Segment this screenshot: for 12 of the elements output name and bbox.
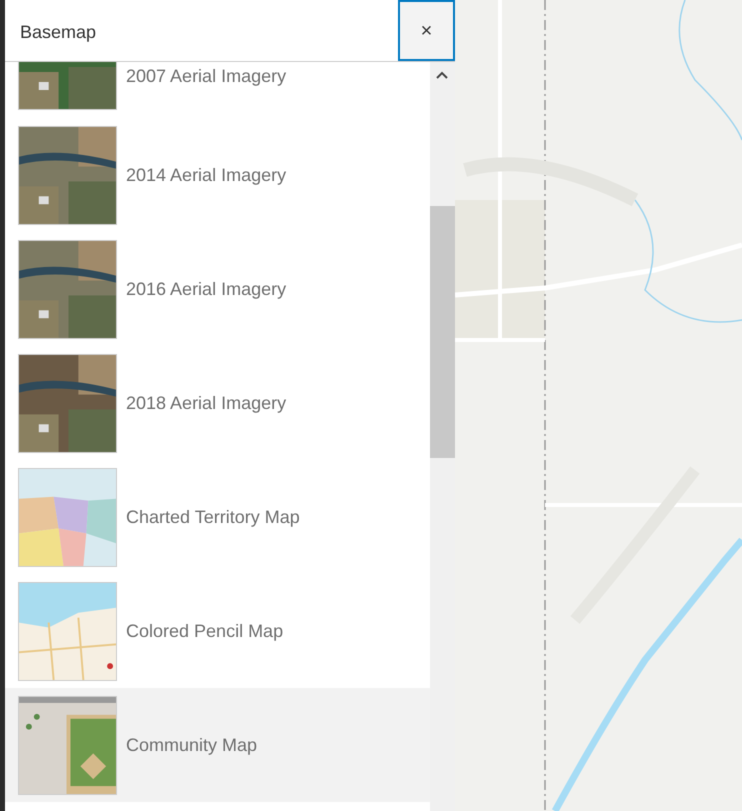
panel-title: Basemap [20,21,98,44]
basemap-label: Community Map [126,734,258,757]
basemap-item[interactable]: Community Map [5,688,430,802]
basemap-label: 2016 Aerial Imagery [126,278,286,301]
basemap-label: 2018 Aerial Imagery [126,392,286,415]
basemap-label: 2014 Aerial Imagery [126,164,286,187]
scrollbar-thumb[interactable] [430,206,455,458]
scrollbar[interactable] [430,62,455,811]
basemap-label: Charted Territory Map [126,506,300,529]
basemap-label: Colored Pencil Map [126,620,284,643]
basemap-label: 2007 Aerial Imagery [126,65,286,88]
close-button[interactable]: × [398,0,455,61]
